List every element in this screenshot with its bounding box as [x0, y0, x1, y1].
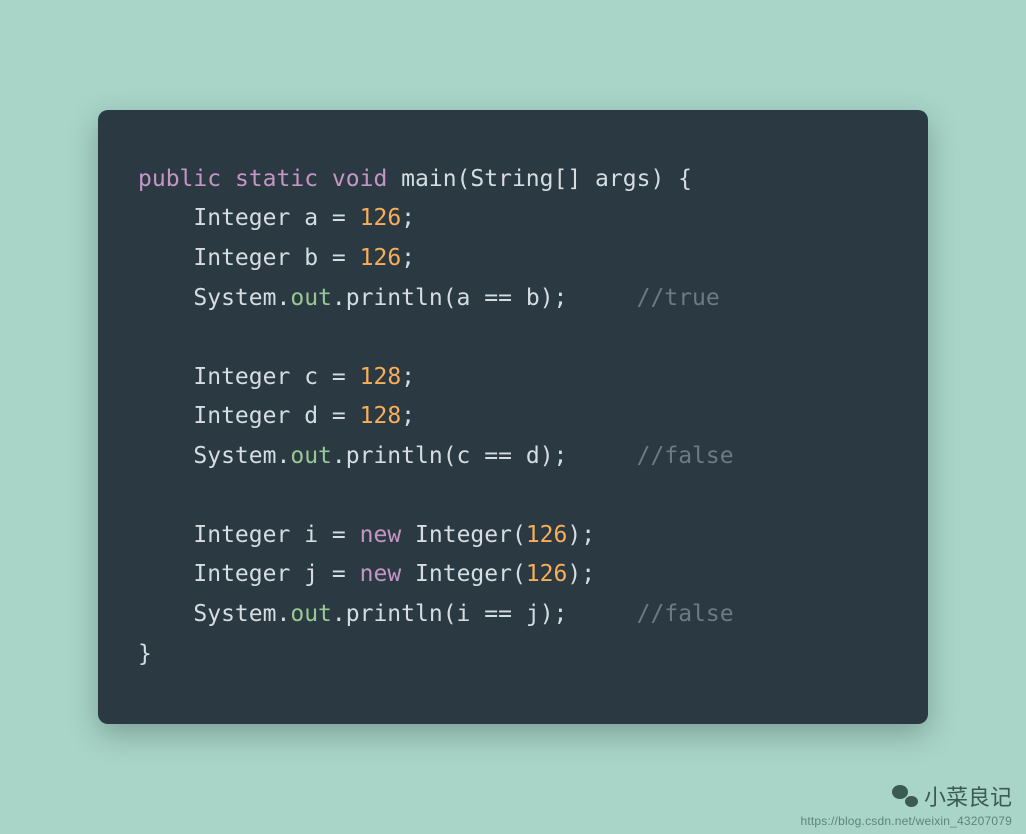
semi: ; [581, 561, 595, 587]
dot: . [332, 443, 346, 469]
num-126: 126 [526, 522, 568, 548]
num-128: 128 [360, 403, 402, 429]
keyword-void: void [332, 166, 387, 192]
eqeq: == [484, 601, 512, 627]
wechat-icon [892, 785, 918, 807]
num-128: 128 [360, 364, 402, 390]
system: System [193, 285, 276, 311]
type-integer: Integer [193, 522, 290, 548]
comment-true: //true [637, 285, 720, 311]
out: out [290, 443, 332, 469]
eqeq: == [484, 443, 512, 469]
type-integer: Integer [415, 561, 512, 587]
keyword-public: public [138, 166, 221, 192]
semi: ; [401, 403, 415, 429]
type-integer: Integer [193, 561, 290, 587]
type-integer: Integer [415, 522, 512, 548]
watermark-title-row: 小菜良记 [800, 780, 1012, 812]
id-b: b [304, 245, 318, 271]
assign: = [332, 403, 346, 429]
assign: = [332, 245, 346, 271]
paren-close: ) [650, 166, 664, 192]
type-stringarr: String[] [470, 166, 581, 192]
comment-false: //false [637, 443, 734, 469]
id-d: d [526, 443, 540, 469]
id-c: c [304, 364, 318, 390]
num-126: 126 [360, 245, 402, 271]
dot: . [276, 443, 290, 469]
brace-close: } [138, 641, 152, 667]
paren-close: ) [540, 285, 554, 311]
paren-close: ) [540, 443, 554, 469]
println: println [346, 443, 443, 469]
dot: . [332, 285, 346, 311]
semi: ; [554, 285, 568, 311]
comment-false: //false [637, 601, 734, 627]
id-a: a [304, 205, 318, 231]
keyword-static: static [235, 166, 318, 192]
type-integer: Integer [193, 245, 290, 271]
out: out [290, 285, 332, 311]
keyword-new: new [360, 561, 402, 587]
dot: . [276, 601, 290, 627]
watermark-footer: 小菜良记 https://blog.csdn.net/weixin_432070… [800, 780, 1012, 828]
id-d: d [304, 403, 318, 429]
system: System [193, 601, 276, 627]
println: println [346, 285, 443, 311]
paren-open: ( [512, 561, 526, 587]
assign: = [332, 561, 346, 587]
num-126: 126 [526, 561, 568, 587]
println: println [346, 601, 443, 627]
paren-open: ( [443, 285, 457, 311]
id-j: j [526, 601, 540, 627]
system: System [193, 443, 276, 469]
id-j: j [304, 561, 318, 587]
type-integer: Integer [193, 403, 290, 429]
num-126: 126 [360, 205, 402, 231]
type-integer: Integer [193, 205, 290, 231]
id-c: c [457, 443, 471, 469]
paren-close: ) [567, 522, 581, 548]
paren-open: ( [457, 166, 471, 192]
paren-close: ) [540, 601, 554, 627]
paren-open: ( [512, 522, 526, 548]
paren-open: ( [443, 601, 457, 627]
assign: = [332, 205, 346, 231]
paren-open: ( [443, 443, 457, 469]
assign: = [332, 364, 346, 390]
paren-close: ) [567, 561, 581, 587]
semi: ; [554, 443, 568, 469]
watermark-url: https://blog.csdn.net/weixin_43207079 [800, 814, 1012, 828]
semi: ; [401, 245, 415, 271]
semi: ; [401, 205, 415, 231]
id-i: i [304, 522, 318, 548]
code-card: public static void main(String[] args) {… [98, 110, 928, 724]
id-args: args [595, 166, 650, 192]
out: out [290, 601, 332, 627]
dot: . [276, 285, 290, 311]
code-block: public static void main(String[] args) {… [138, 160, 888, 674]
fn-main: main [401, 166, 456, 192]
assign: = [332, 522, 346, 548]
id-a: a [457, 285, 471, 311]
dot: . [332, 601, 346, 627]
id-b: b [526, 285, 540, 311]
semi: ; [554, 601, 568, 627]
eqeq: == [484, 285, 512, 311]
type-integer: Integer [193, 364, 290, 390]
keyword-new: new [360, 522, 402, 548]
semi: ; [401, 364, 415, 390]
watermark-title: 小菜良记 [924, 780, 1012, 812]
semi: ; [581, 522, 595, 548]
brace-open: { [678, 166, 692, 192]
id-i: i [457, 601, 471, 627]
